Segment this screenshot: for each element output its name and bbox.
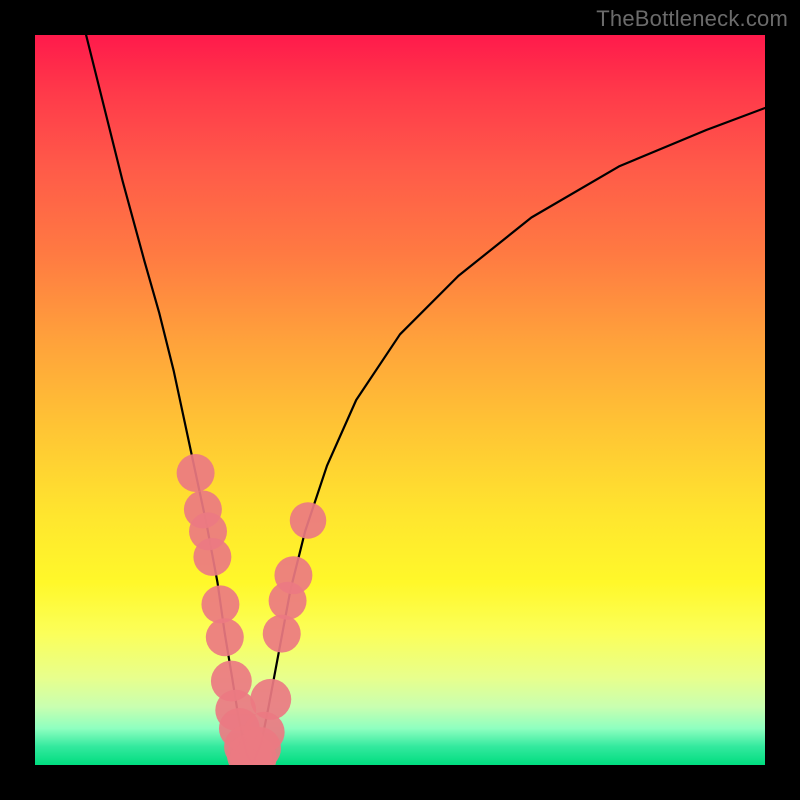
bead-marker [206, 618, 244, 656]
bead-markers [177, 454, 327, 765]
bead-marker [201, 585, 239, 623]
watermark-text: TheBottleneck.com [596, 6, 788, 32]
bead-marker [274, 556, 312, 594]
plot-area [35, 35, 765, 765]
bead-marker [177, 454, 215, 492]
bead-marker [193, 538, 231, 576]
bead-marker [250, 679, 291, 720]
bead-marker [290, 502, 327, 539]
chart-svg [35, 35, 765, 765]
chart-frame: TheBottleneck.com [0, 0, 800, 800]
curve-line [86, 35, 765, 761]
bead-marker [263, 615, 301, 653]
